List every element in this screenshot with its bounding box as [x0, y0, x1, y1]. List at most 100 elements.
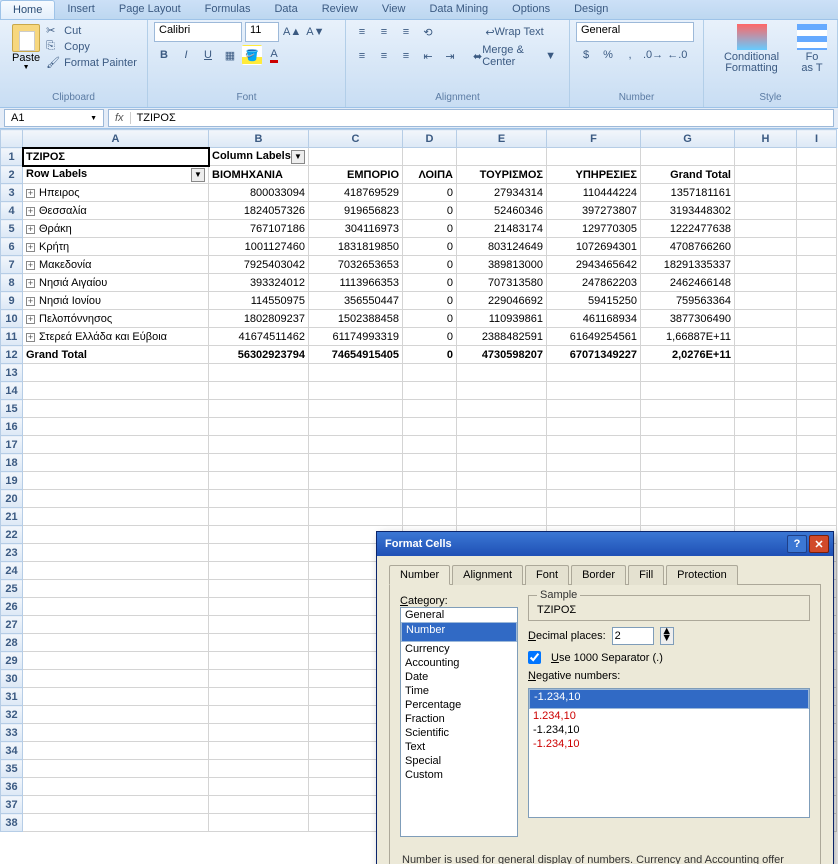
cell-H13[interactable]	[735, 364, 797, 382]
cell-A13[interactable]	[23, 364, 209, 382]
font-size-select[interactable]: 11	[245, 22, 279, 42]
cell-E8[interactable]: 707313580	[457, 274, 547, 292]
cell-G21[interactable]	[641, 508, 735, 526]
cell-A3[interactable]: +Ηπειρος	[23, 184, 209, 202]
cell-A5[interactable]: +Θράκη	[23, 220, 209, 238]
col-header-F[interactable]: F	[547, 130, 641, 148]
cell-I4[interactable]	[797, 202, 837, 220]
cell-G2[interactable]: Grand Total	[641, 166, 735, 184]
cell-B25[interactable]	[209, 580, 309, 598]
italic-button[interactable]: I	[176, 45, 196, 65]
col-header-I[interactable]: I	[797, 130, 837, 148]
cell-E10[interactable]: 110939861	[457, 310, 547, 328]
cell-A6[interactable]: +Κρήτη	[23, 238, 209, 256]
cell-C18[interactable]	[309, 454, 403, 472]
cell-I20[interactable]	[797, 490, 837, 508]
cell-F11[interactable]: 61649254561	[547, 328, 641, 346]
cell-B1[interactable]: Column Labels▼	[209, 148, 309, 166]
cell-A22[interactable]	[23, 526, 209, 544]
expand-icon[interactable]: +	[26, 225, 35, 234]
cell-B30[interactable]	[209, 670, 309, 688]
category-item[interactable]: General	[401, 608, 517, 622]
comma-format-button[interactable]: ,	[620, 45, 640, 65]
cell-C19[interactable]	[309, 472, 403, 490]
cell-I13[interactable]	[797, 364, 837, 382]
category-item[interactable]: Text	[401, 740, 517, 754]
cell-H5[interactable]	[735, 220, 797, 238]
cell-D2[interactable]: ΛΟΙΠΑ	[403, 166, 457, 184]
col-header-D[interactable]: D	[403, 130, 457, 148]
cell-D17[interactable]	[403, 436, 457, 454]
cell-G9[interactable]: 759563364	[641, 292, 735, 310]
cell-E11[interactable]: 2388482591	[457, 328, 547, 346]
negative-format-item[interactable]: -1.234,10	[529, 723, 809, 737]
ribbon-tab-page-layout[interactable]: Page Layout	[107, 0, 193, 19]
cell-D20[interactable]	[403, 490, 457, 508]
cell-D21[interactable]	[403, 508, 457, 526]
expand-icon[interactable]: +	[26, 333, 35, 342]
dialog-tab-fill[interactable]: Fill	[628, 565, 664, 585]
expand-icon[interactable]: +	[26, 297, 35, 306]
row-header-1[interactable]: 1	[1, 148, 23, 166]
row-header-20[interactable]: 20	[1, 490, 23, 508]
cell-I7[interactable]	[797, 256, 837, 274]
cell-D3[interactable]: 0	[403, 184, 457, 202]
align-left-button[interactable]: ≡	[352, 46, 372, 66]
align-middle-button[interactable]: ≡	[374, 22, 394, 42]
decimal-spinner[interactable]: ▲▼	[660, 627, 674, 645]
row-header-6[interactable]: 6	[1, 238, 23, 256]
col-header-G[interactable]: G	[641, 130, 735, 148]
ribbon-tab-data-mining[interactable]: Data Mining	[417, 0, 500, 19]
cell-E12[interactable]: 4730598207	[457, 346, 547, 364]
row-header-36[interactable]: 36	[1, 778, 23, 796]
row-header-7[interactable]: 7	[1, 256, 23, 274]
cell-G16[interactable]	[641, 418, 735, 436]
fill-color-button[interactable]: 🪣	[242, 45, 262, 65]
row-header-27[interactable]: 27	[1, 616, 23, 634]
cell-B28[interactable]	[209, 634, 309, 652]
row-header-4[interactable]: 4	[1, 202, 23, 220]
align-bottom-button[interactable]: ≡	[396, 22, 416, 42]
cell-H10[interactable]	[735, 310, 797, 328]
grow-font-button[interactable]: A▲	[282, 22, 302, 42]
cell-C11[interactable]: 61174993319	[309, 328, 403, 346]
row-header-34[interactable]: 34	[1, 742, 23, 760]
cell-H2[interactable]	[735, 166, 797, 184]
cell-A14[interactable]	[23, 382, 209, 400]
cell-H8[interactable]	[735, 274, 797, 292]
row-header-24[interactable]: 24	[1, 562, 23, 580]
col-header-B[interactable]: B	[209, 130, 309, 148]
row-header-23[interactable]: 23	[1, 544, 23, 562]
row-header-16[interactable]: 16	[1, 418, 23, 436]
bold-button[interactable]: B	[154, 45, 174, 65]
cell-I9[interactable]	[797, 292, 837, 310]
cell-G19[interactable]	[641, 472, 735, 490]
border-button[interactable]: ▦	[220, 45, 240, 65]
cell-H9[interactable]	[735, 292, 797, 310]
decimal-places-input[interactable]	[612, 627, 654, 645]
row-labels-dropdown[interactable]: ▼	[191, 168, 205, 182]
cell-B24[interactable]	[209, 562, 309, 580]
cell-D4[interactable]: 0	[403, 202, 457, 220]
cell-H18[interactable]	[735, 454, 797, 472]
category-item[interactable]: Special	[401, 754, 517, 768]
row-header-29[interactable]: 29	[1, 652, 23, 670]
dialog-close-button[interactable]: ✕	[809, 535, 829, 553]
cell-E18[interactable]	[457, 454, 547, 472]
negative-format-item[interactable]: -1.234,10	[529, 737, 809, 751]
cell-E13[interactable]	[457, 364, 547, 382]
cell-G3[interactable]: 1357181161	[641, 184, 735, 202]
cell-F6[interactable]: 1072694301	[547, 238, 641, 256]
cell-F13[interactable]	[547, 364, 641, 382]
cell-B19[interactable]	[209, 472, 309, 490]
cell-F15[interactable]	[547, 400, 641, 418]
cell-A19[interactable]	[23, 472, 209, 490]
cell-G15[interactable]	[641, 400, 735, 418]
cell-C10[interactable]: 1502388458	[309, 310, 403, 328]
cell-C2[interactable]: ΕΜΠΟΡΙΟ	[309, 166, 403, 184]
cell-B35[interactable]	[209, 760, 309, 778]
col-header-H[interactable]: H	[735, 130, 797, 148]
expand-icon[interactable]: +	[26, 261, 35, 270]
cell-A27[interactable]	[23, 616, 209, 634]
row-header-2[interactable]: 2	[1, 166, 23, 184]
